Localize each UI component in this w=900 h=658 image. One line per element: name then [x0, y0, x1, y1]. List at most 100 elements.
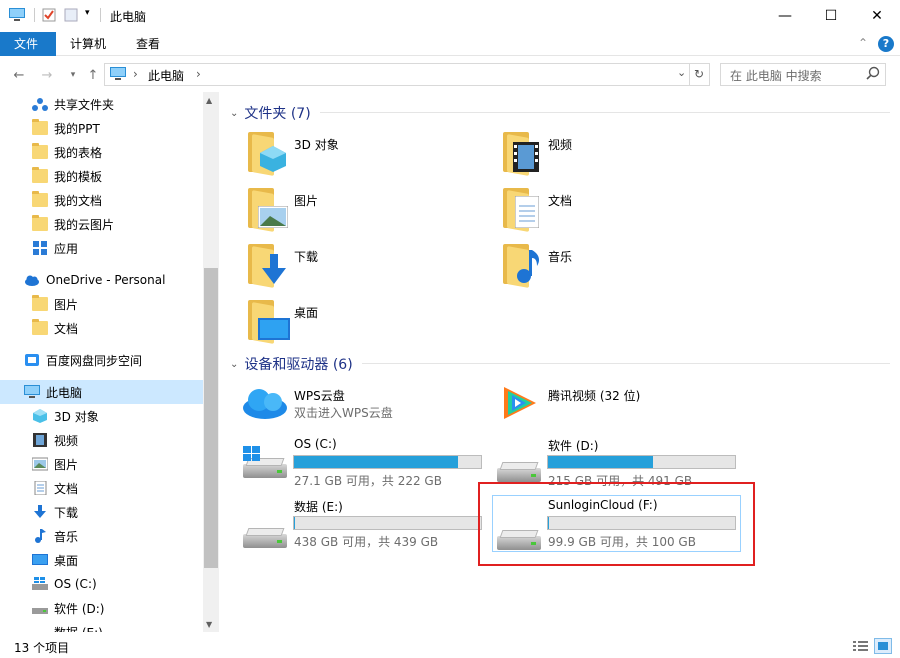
breadcrumb-item[interactable]: 此电脑	[148, 67, 184, 84]
tile-label[interactable]: 数据 (E:)	[294, 498, 343, 515]
nav-item-3d-objects[interactable]: 3D 对象	[0, 404, 203, 428]
nav-item-my-documents[interactable]: 我的文档	[0, 188, 203, 212]
nav-item-label: OS (C:)	[54, 577, 97, 591]
nav-item-label: 图片	[54, 457, 79, 472]
nav-item-label: 桌面	[54, 553, 79, 568]
nav-item-label: 3D 对象	[54, 409, 99, 424]
tile-downloads[interactable]	[248, 244, 288, 288]
search-icon[interactable]	[866, 66, 880, 83]
help-icon[interactable]: ?	[878, 36, 894, 52]
chevron-up-icon[interactable]: ⌃	[858, 36, 868, 50]
nav-item-baidu-sync[interactable]: 百度网盘同步空间	[0, 348, 203, 372]
tile-label[interactable]: OS (C:)	[294, 437, 337, 451]
nav-item-music[interactable]: 音乐	[0, 524, 203, 548]
video-icon	[513, 142, 539, 172]
scroll-up-icon[interactable]: ▲	[206, 96, 212, 105]
nav-item-drive-c[interactable]: OS (C:)	[0, 572, 203, 596]
nav-item-my-sheets[interactable]: 我的表格	[0, 140, 203, 164]
item-count: 13 个项目	[14, 641, 70, 655]
back-arrow-icon[interactable]: ←	[10, 66, 28, 84]
highlight-annotation	[478, 482, 755, 566]
refresh-button[interactable]: ↻	[690, 63, 710, 86]
tile-pictures[interactable]	[248, 188, 288, 232]
customize-quick-access-icon[interactable]: ▾	[85, 8, 101, 22]
tile-subtitle: 438 GB 可用，共 439 GB	[294, 535, 439, 549]
tile-music[interactable]	[503, 244, 543, 288]
folder-icon	[32, 167, 48, 183]
nav-item-my-cloud-pictures[interactable]: 我的云图片	[0, 212, 203, 236]
desktop-icon	[258, 318, 290, 340]
nav-item-this-pc[interactable]: 此电脑	[0, 380, 203, 404]
forward-arrow-icon[interactable]: →	[38, 66, 56, 84]
nav-item-label: 下载	[54, 505, 79, 520]
nav-item-my-ppt[interactable]: 我的PPT	[0, 116, 203, 140]
navigation-pane: 共享文件夹 我的PPT 我的表格 我的模板 我的文档 我的云图片 应用 OneD…	[0, 92, 219, 632]
nav-item-label: 我的文档	[54, 193, 103, 208]
tencent-video-icon[interactable]	[500, 385, 538, 424]
breadcrumb-separator-icon[interactable]: ›	[133, 67, 138, 81]
address-bar[interactable]: › 此电脑 › ⌄	[104, 63, 690, 86]
breadcrumb-separator-icon[interactable]: ›	[196, 67, 201, 81]
maximize-button[interactable]: ☐	[808, 0, 854, 32]
drive-usage-bar	[547, 455, 736, 469]
nav-item-onedrive-pictures[interactable]: 图片	[0, 292, 203, 316]
tab-file[interactable]: 文件	[0, 32, 56, 56]
3d-objects-icon	[32, 409, 48, 423]
nav-item-label: 应用	[54, 241, 79, 256]
new-folder-icon[interactable]	[64, 8, 80, 22]
nav-item-onedrive-documents[interactable]: 文档	[0, 316, 203, 340]
folder-icon	[32, 191, 48, 207]
nav-item-label: 共享文件夹	[54, 97, 115, 112]
nav-item-label: 软件 (D:)	[54, 601, 105, 616]
tile-videos[interactable]	[503, 132, 543, 176]
up-arrow-icon[interactable]: ↑	[84, 66, 102, 84]
devices-group-header[interactable]: ⌄ 设备和驱动器 (6)	[230, 354, 353, 374]
tile-subtitle: 双击进入WPS云盘	[294, 406, 393, 420]
tiles-view-icon[interactable]	[874, 638, 892, 654]
tab-view[interactable]: 查看	[122, 32, 174, 56]
nav-item-shared-folder[interactable]: 共享文件夹	[0, 92, 203, 116]
drive-icon[interactable]	[243, 518, 287, 548]
nav-item-documents[interactable]: 文档	[0, 476, 203, 500]
nav-item-videos[interactable]: 视频	[0, 428, 203, 452]
tile-label[interactable]: WPS云盘	[294, 387, 345, 404]
nav-item-label: 我的云图片	[54, 217, 115, 232]
computer-icon	[9, 8, 25, 22]
nav-scrollbar-thumb[interactable]	[204, 268, 218, 568]
nav-item-label: 我的PPT	[54, 121, 100, 136]
tile-3d-objects[interactable]	[248, 132, 288, 176]
tile-label[interactable]: 腾讯视频 (32 位)	[548, 387, 640, 404]
recent-locations-icon[interactable]: ▾	[64, 66, 82, 84]
wps-cloud-icon[interactable]	[242, 384, 288, 423]
tile-desktop[interactable]	[248, 300, 290, 344]
drive-icon[interactable]	[497, 452, 541, 482]
chevron-down-icon: ⌄	[230, 107, 239, 119]
chevron-down-icon[interactable]: ⌄	[677, 66, 686, 79]
details-view-icon[interactable]	[853, 640, 869, 655]
computer-icon	[24, 385, 40, 399]
nav-item-drive-e[interactable]: 数据 (E:)	[0, 620, 203, 633]
close-button[interactable]: ✕	[854, 0, 900, 32]
tile-documents[interactable]	[503, 188, 543, 232]
minimize-button[interactable]: —	[762, 0, 808, 32]
nav-item-my-templates[interactable]: 我的模板	[0, 164, 203, 188]
windows-drive-icon[interactable]	[243, 446, 287, 478]
nav-item-label: 此电脑	[46, 385, 83, 400]
properties-icon[interactable]	[42, 8, 58, 22]
nav-item-onedrive[interactable]: OneDrive - Personal	[0, 268, 203, 292]
ribbon-tabs: 文件 计算机 查看 ⌃ ?	[0, 32, 900, 56]
tile-label[interactable]: 软件 (D:)	[548, 437, 598, 454]
tile-label: 下载	[294, 250, 319, 264]
nav-item-apps[interactable]: 应用	[0, 236, 203, 260]
tab-computer[interactable]: 计算机	[56, 32, 120, 56]
download-icon	[262, 254, 286, 284]
nav-item-downloads[interactable]: 下载	[0, 500, 203, 524]
computer-icon	[110, 67, 126, 84]
folders-group-header[interactable]: ⌄ 文件夹 (7)	[230, 103, 311, 123]
nav-item-desktop[interactable]: 桌面	[0, 548, 203, 572]
scroll-down-icon[interactable]: ▼	[206, 620, 212, 629]
nav-item-pictures[interactable]: 图片	[0, 452, 203, 476]
drive-usage-bar	[293, 455, 482, 469]
divider	[362, 363, 890, 364]
nav-item-drive-d[interactable]: 软件 (D:)	[0, 596, 203, 620]
